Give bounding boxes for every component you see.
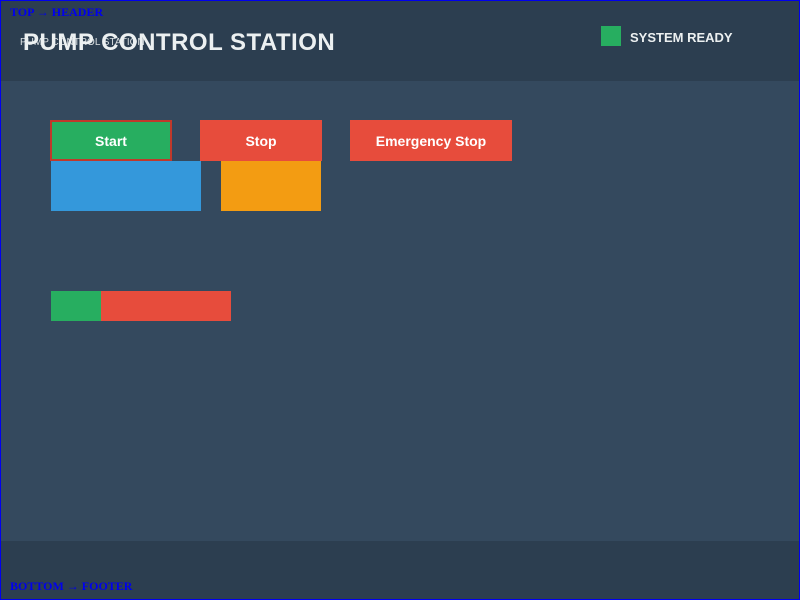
- stop-button[interactable]: Stop: [200, 120, 322, 161]
- status-indicator-icon: [601, 26, 621, 46]
- start-button[interactable]: Start: [50, 120, 172, 161]
- page-title-overlay: PUMP CONTROL STATION: [20, 37, 145, 48]
- status-label: SYSTEM READY: [630, 30, 733, 45]
- level-bar: [51, 291, 231, 321]
- top-annotation-label: TOP → HEADER: [10, 5, 104, 19]
- app-window: TOP → HEADER BOTTOM → FOOTER PUMP CONTRO…: [0, 0, 800, 600]
- blue-indicator-block: [51, 161, 201, 211]
- level-bar-fill: [51, 291, 102, 321]
- orange-indicator-block: [221, 161, 321, 211]
- emergency-stop-button[interactable]: Emergency Stop: [350, 120, 512, 161]
- bottom-annotation-label: BOTTOM → FOOTER: [10, 579, 133, 593]
